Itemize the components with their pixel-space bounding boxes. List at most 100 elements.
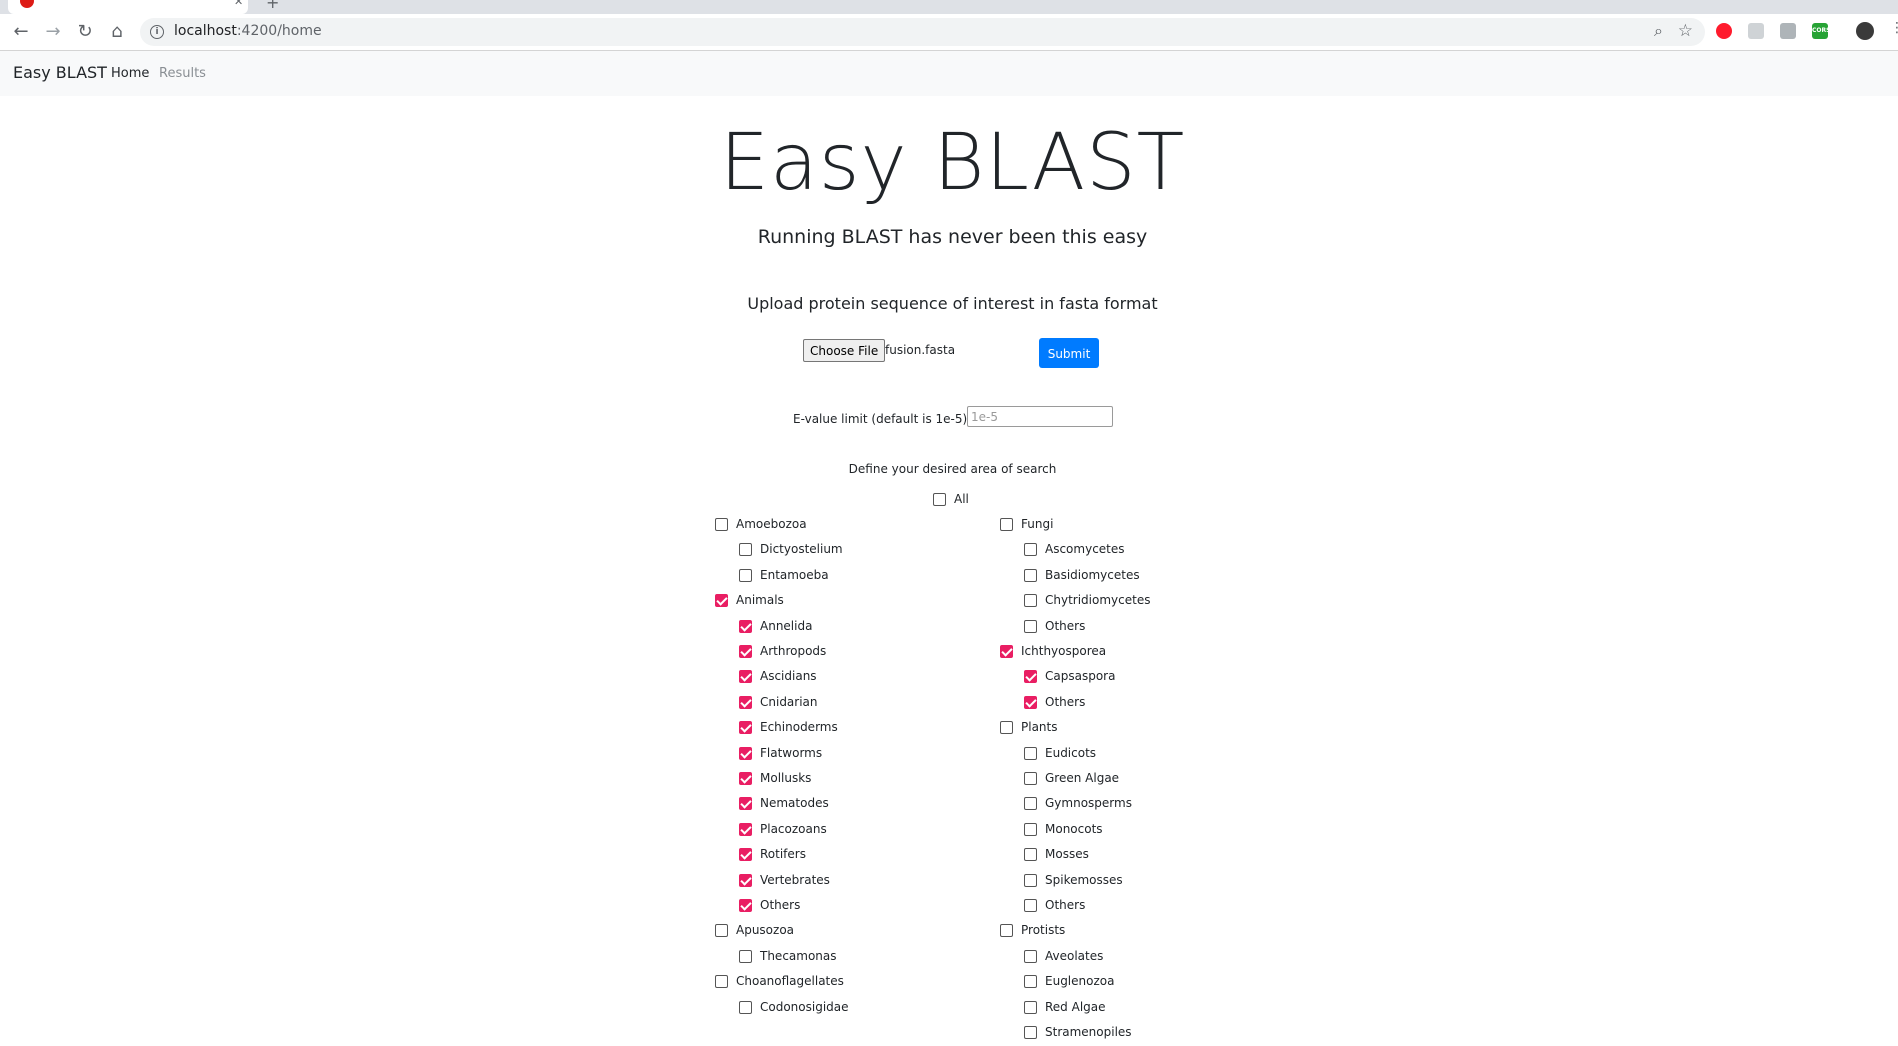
checkbox-amoebozoa[interactable]: [715, 517, 728, 531]
checkbox-thecamonas[interactable]: [739, 949, 752, 963]
home-icon[interactable]: ⌂: [105, 21, 129, 43]
checkbox-others[interactable]: [1024, 619, 1037, 633]
taxon-row-echinoderms[interactable]: Echinoderms: [739, 718, 838, 736]
checkbox-aveolates[interactable]: [1024, 949, 1037, 963]
checkbox-monocots[interactable]: [1024, 822, 1037, 836]
checkbox-all[interactable]: [933, 492, 946, 506]
checkbox-arthropods[interactable]: [739, 644, 752, 658]
zoom-icon[interactable]: ⌕: [1654, 21, 1663, 41]
browser-tab[interactable]: ✕: [8, 0, 248, 14]
choose-file-button[interactable]: Choose File: [803, 339, 886, 362]
checkbox-dictyostelium[interactable]: [739, 542, 752, 556]
url-text[interactable]: localhost:4200/home: [174, 23, 322, 39]
checkbox-ascomycetes[interactable]: [1024, 542, 1037, 556]
back-icon[interactable]: ←: [9, 21, 33, 43]
site-info-icon[interactable]: i: [150, 25, 164, 39]
reload-icon[interactable]: ↻: [73, 21, 97, 43]
checkbox-basidiomycetes[interactable]: [1024, 568, 1037, 582]
browser-menu-icon[interactable]: ⋮: [1890, 20, 1898, 36]
checkbox-echinoderms[interactable]: [739, 720, 752, 734]
checkbox-gymnosperms[interactable]: [1024, 796, 1037, 810]
checkbox-chytridiomycetes[interactable]: [1024, 593, 1037, 607]
checkbox-others[interactable]: [1024, 898, 1037, 912]
checkbox-annelida[interactable]: [739, 619, 752, 633]
taxon-row-placozoans[interactable]: Placozoans: [739, 820, 827, 838]
new-tab-icon[interactable]: +: [266, 0, 279, 12]
taxon-row-nematodes[interactable]: Nematodes: [739, 794, 829, 812]
taxon-row-codonosigidae[interactable]: Codonosigidae: [739, 998, 849, 1016]
taxon-row-green-algae[interactable]: Green Algae: [1024, 769, 1119, 787]
checkbox-spikemosses[interactable]: [1024, 873, 1037, 887]
nav-link-results[interactable]: Results: [159, 66, 206, 81]
document-extension-icon[interactable]: [1748, 23, 1764, 39]
checkbox-stramenopiles[interactable]: [1024, 1025, 1037, 1039]
taxon-row-mollusks[interactable]: Mollusks: [739, 769, 811, 787]
taxon-row-others[interactable]: Others: [1024, 896, 1085, 914]
checkbox-capsaspora[interactable]: [1024, 669, 1037, 683]
checkbox-ascidians[interactable]: [739, 669, 752, 683]
k-extension-icon[interactable]: [1780, 23, 1796, 39]
tab-close-icon[interactable]: ✕: [234, 0, 243, 8]
taxon-row-euglenozoa[interactable]: Euglenozoa: [1024, 972, 1114, 990]
evalue-input[interactable]: [967, 406, 1113, 427]
taxon-row-rotifers[interactable]: Rotifers: [739, 845, 806, 863]
checkbox-apusozoa[interactable]: [715, 923, 728, 937]
checkbox-others[interactable]: [1024, 695, 1037, 709]
taxon-row-dictyostelium[interactable]: Dictyostelium: [739, 540, 843, 558]
checkbox-rotifers[interactable]: [739, 847, 752, 861]
taxon-row-choanoflagellates[interactable]: Choanoflagellates: [715, 972, 844, 990]
taxon-row-others[interactable]: Others: [1024, 693, 1085, 711]
address-bar[interactable]: i localhost:4200/home ⌕ ☆: [140, 18, 1705, 46]
checkbox-vertebrates[interactable]: [739, 873, 752, 887]
taxon-row-flatworms[interactable]: Flatworms: [739, 744, 822, 762]
taxon-row-aveolates[interactable]: Aveolates: [1024, 947, 1103, 965]
taxon-row-cnidarian[interactable]: Cnidarian: [739, 693, 818, 711]
checkbox-green-algae[interactable]: [1024, 771, 1037, 785]
bookmark-star-icon[interactable]: ☆: [1678, 21, 1693, 41]
taxon-row-monocots[interactable]: Monocots: [1024, 820, 1103, 838]
taxon-row-eudicots[interactable]: Eudicots: [1024, 744, 1096, 762]
taxon-row-entamoeba[interactable]: Entamoeba: [739, 566, 829, 584]
navbar-brand[interactable]: Easy BLAST: [13, 63, 107, 82]
taxon-row-others[interactable]: Others: [1024, 617, 1085, 635]
cors-extension-icon[interactable]: CORS: [1812, 23, 1830, 39]
taxon-row-ascomycetes[interactable]: Ascomycetes: [1024, 540, 1125, 558]
checkbox-choanoflagellates[interactable]: [715, 974, 728, 988]
checkbox-animals[interactable]: [715, 593, 728, 607]
checkbox-mosses[interactable]: [1024, 847, 1037, 861]
checkbox-protists[interactable]: [1000, 923, 1013, 937]
checkbox-all-row[interactable]: All: [933, 490, 969, 508]
taxon-row-ascidians[interactable]: Ascidians: [739, 667, 817, 685]
checkbox-entamoeba[interactable]: [739, 568, 752, 582]
checkbox-nematodes[interactable]: [739, 796, 752, 810]
taxon-row-spikemosses[interactable]: Spikemosses: [1024, 871, 1123, 889]
opera-extension-icon[interactable]: [1716, 23, 1732, 39]
checkbox-red-algae[interactable]: [1024, 1000, 1037, 1014]
taxon-row-basidiomycetes[interactable]: Basidiomycetes: [1024, 566, 1140, 584]
taxon-row-gymnosperms[interactable]: Gymnosperms: [1024, 794, 1132, 812]
submit-button[interactable]: Submit: [1039, 338, 1099, 368]
taxon-row-fungi[interactable]: Fungi: [1000, 515, 1053, 533]
taxon-row-vertebrates[interactable]: Vertebrates: [739, 871, 830, 889]
checkbox-flatworms[interactable]: [739, 746, 752, 760]
taxon-row-plants[interactable]: Plants: [1000, 718, 1058, 736]
checkbox-ichthyosporea[interactable]: [1000, 644, 1013, 658]
taxon-row-protists[interactable]: Protists: [1000, 921, 1065, 939]
checkbox-eudicots[interactable]: [1024, 746, 1037, 760]
profile-avatar[interactable]: [1856, 22, 1874, 40]
checkbox-fungi[interactable]: [1000, 517, 1013, 531]
taxon-row-stramenopiles[interactable]: Stramenopiles: [1024, 1023, 1132, 1041]
checkbox-euglenozoa[interactable]: [1024, 974, 1037, 988]
taxon-row-arthropods[interactable]: Arthropods: [739, 642, 826, 660]
taxon-row-chytridiomycetes[interactable]: Chytridiomycetes: [1024, 591, 1150, 609]
forward-icon[interactable]: →: [41, 21, 65, 43]
taxon-row-annelida[interactable]: Annelida: [739, 617, 812, 635]
taxon-row-thecamonas[interactable]: Thecamonas: [739, 947, 837, 965]
taxon-row-animals[interactable]: Animals: [715, 591, 784, 609]
checkbox-cnidarian[interactable]: [739, 695, 752, 709]
taxon-row-ichthyosporea[interactable]: Ichthyosporea: [1000, 642, 1106, 660]
taxon-row-apusozoa[interactable]: Apusozoa: [715, 921, 794, 939]
checkbox-others[interactable]: [739, 898, 752, 912]
checkbox-placozoans[interactable]: [739, 822, 752, 836]
taxon-row-mosses[interactable]: Mosses: [1024, 845, 1089, 863]
